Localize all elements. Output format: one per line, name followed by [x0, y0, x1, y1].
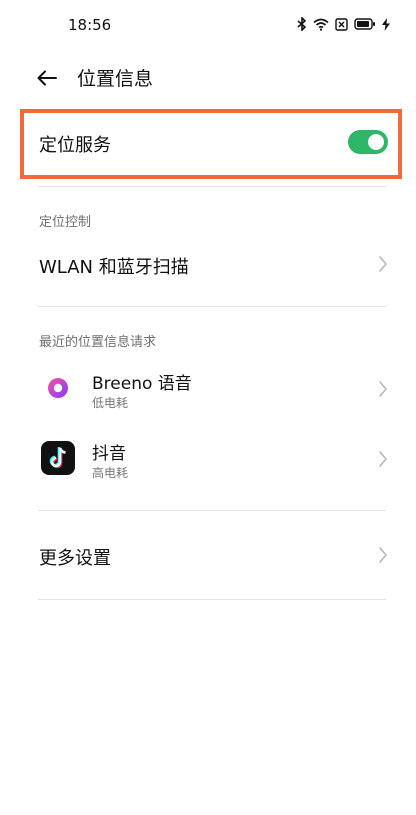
chevron-right-icon [379, 547, 387, 563]
app-name: 抖音 [92, 444, 126, 464]
douyin-icon [41, 441, 75, 475]
more-settings-row[interactable]: 更多设置 [0, 535, 416, 575]
app-row-douyin[interactable]: 抖音 高电耗 [0, 434, 416, 484]
location-service-row[interactable]: 定位服务 [24, 113, 398, 175]
toggle-knob [368, 134, 384, 150]
arrow-left-icon [37, 70, 57, 86]
more-settings-label: 更多设置 [39, 548, 111, 569]
status-bar: 18:56 [0, 0, 416, 52]
charging-icon [382, 17, 390, 31]
recent-requests-section-title: 最近的位置信息请求 [39, 335, 157, 350]
chevron-right-icon [379, 381, 387, 397]
breeno-icon [41, 371, 75, 405]
divider [38, 306, 386, 307]
status-icons [297, 17, 390, 31]
location-control-section-title: 定位控制 [39, 215, 92, 230]
wifi-icon [313, 18, 329, 31]
page-title: 位置信息 [77, 68, 154, 90]
status-time: 18:56 [68, 16, 112, 34]
chevron-right-icon [379, 256, 387, 272]
wlan-bluetooth-scan-label: WLAN 和蓝牙扫描 [39, 257, 189, 278]
app-row-breeno[interactable]: Breeno 语音 低电耗 [0, 364, 416, 414]
divider [38, 599, 386, 600]
app-name: Breeno 语音 [92, 374, 192, 394]
app-header: 位置信息 [0, 52, 416, 104]
chevron-right-icon [379, 451, 387, 467]
divider [38, 186, 386, 187]
bluetooth-icon [297, 17, 307, 31]
app-usage: 低电耗 [92, 396, 129, 410]
sim-blocked-icon [335, 17, 348, 31]
location-service-toggle[interactable] [348, 130, 388, 154]
back-button[interactable] [34, 65, 60, 91]
app-usage: 高电耗 [92, 466, 129, 480]
wlan-bluetooth-scan-row[interactable]: WLAN 和蓝牙扫描 [0, 244, 416, 284]
battery-icon [354, 18, 376, 30]
divider [38, 510, 386, 511]
location-service-label: 定位服务 [39, 135, 111, 156]
